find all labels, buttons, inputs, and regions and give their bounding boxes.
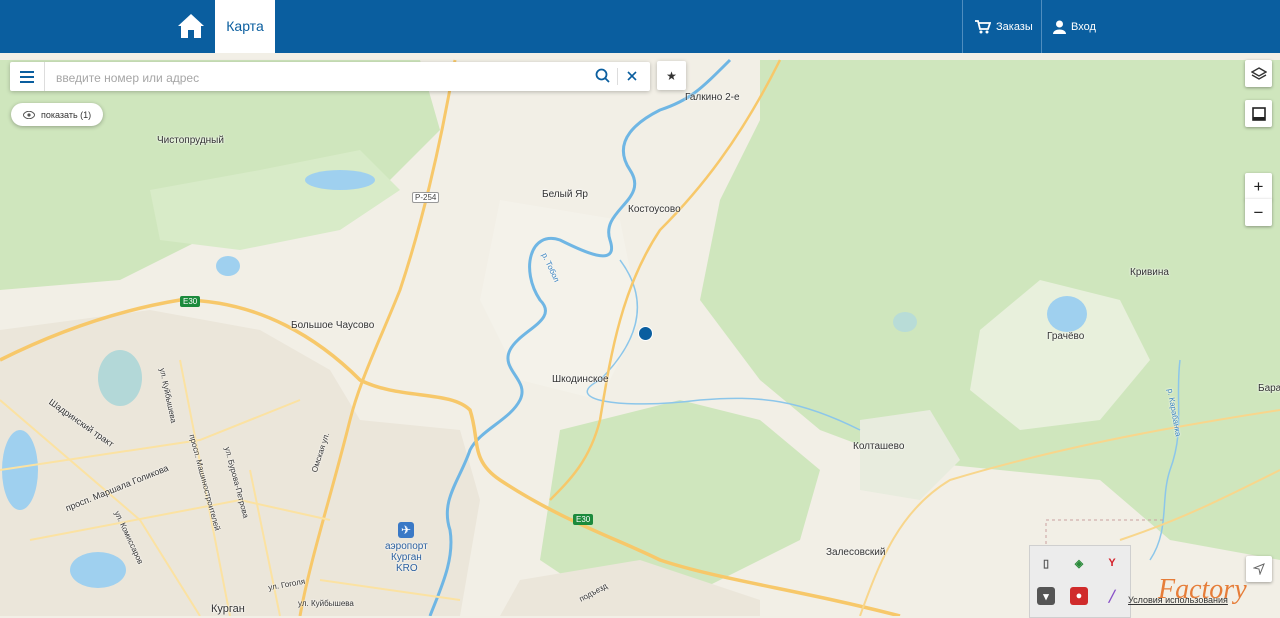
nav-divider: [1041, 0, 1042, 53]
menu-icon: [20, 70, 34, 83]
map-label: Залесовский: [826, 547, 886, 558]
tab-map[interactable]: Карта: [215, 0, 275, 53]
search-icon[interactable]: [595, 68, 611, 89]
user-icon: [1053, 20, 1066, 34]
watermark-logo: Factory: [1158, 574, 1247, 605]
locate-button[interactable]: [1246, 556, 1272, 582]
menu-button[interactable]: [10, 62, 45, 91]
usb-icon[interactable]: ▯: [1037, 554, 1055, 572]
search-panel: [10, 62, 650, 93]
favorites-button[interactable]: ★: [657, 61, 686, 90]
orders-label: Заказы: [996, 20, 1033, 33]
road-shield: E30: [573, 514, 594, 525]
close-icon[interactable]: [624, 68, 640, 89]
map-label: Колташево: [853, 441, 905, 452]
fullscreen-button[interactable]: [1245, 100, 1272, 127]
layers-icon: [1250, 66, 1267, 80]
pen-icon[interactable]: ╱: [1103, 587, 1121, 605]
airport-icon[interactable]: ✈: [398, 522, 414, 538]
map-label: Кривина: [1130, 267, 1169, 278]
map-label: Костоусово: [628, 204, 681, 215]
system-tray-popup: ▯ ◈ Y ▾ ● ╱: [1029, 545, 1131, 618]
login-label: Вход: [1071, 20, 1096, 33]
login-button[interactable]: Вход: [1053, 0, 1096, 53]
divider: [617, 68, 618, 85]
map-label: Шкодинское: [552, 374, 609, 385]
zoom-out-button[interactable]: −: [1245, 199, 1272, 226]
star-icon: ★: [666, 68, 677, 83]
map-label: Грачёво: [1047, 331, 1085, 342]
map-label: Белый Яр: [542, 189, 588, 200]
show-results-button[interactable]: показать (1): [11, 103, 104, 126]
nav-divider: [962, 0, 963, 53]
record-icon[interactable]: ●: [1070, 587, 1088, 605]
eye-icon: [23, 110, 35, 119]
shield-icon[interactable]: ◈: [1070, 554, 1088, 572]
location-marker[interactable]: [638, 326, 653, 341]
map-label: Галкино 2-е: [685, 92, 740, 103]
map-label-airport: KRO: [396, 563, 418, 574]
search-input[interactable]: [54, 62, 588, 93]
app-icon[interactable]: ▾: [1037, 587, 1055, 605]
locate-arrow-icon: [1253, 563, 1265, 575]
top-navigation-bar: Карта Заказы Вход: [0, 0, 1280, 53]
map-label-airport: Курган: [391, 552, 422, 563]
home-icon[interactable]: [174, 9, 208, 43]
map-label: Большое Чаусово: [291, 320, 375, 331]
map-label: Чистопрудный: [157, 135, 224, 146]
show-results-label: показать (1): [41, 109, 92, 120]
fullscreen-icon: [1251, 106, 1266, 121]
zoom-in-button[interactable]: +: [1245, 173, 1272, 200]
street-label: ул. Куйбышева: [298, 599, 354, 608]
map-canvas[interactable]: ✈ Галкино 2-е Чистопрудный Белый Яр Кост…: [0, 53, 1280, 616]
map-label: Бара: [1258, 383, 1280, 394]
map-label-airport: аэропорт: [385, 541, 428, 552]
yandex-icon[interactable]: Y: [1103, 554, 1121, 572]
cart-icon: [975, 19, 991, 33]
road-shield: E30: [180, 296, 201, 307]
layers-button[interactable]: [1245, 60, 1272, 87]
orders-button[interactable]: Заказы: [975, 0, 1033, 53]
road-shield: Р-254: [412, 192, 440, 203]
map-label: Курган: [211, 603, 245, 615]
